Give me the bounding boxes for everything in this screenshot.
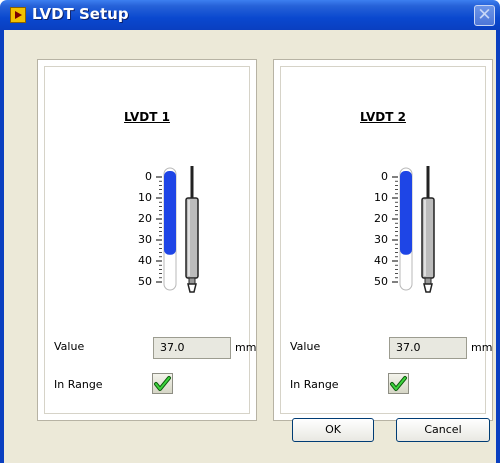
gauge-minor-ticks bbox=[392, 176, 398, 283]
value-label: Value bbox=[290, 340, 321, 353]
dialog-content: LVDT 1 0 10 20 30 40 50 Value 37.0 mm In… bbox=[4, 30, 496, 463]
tick-label: 30 bbox=[374, 233, 388, 246]
in-range-label: In Range bbox=[54, 378, 103, 391]
gauge-fill bbox=[164, 171, 176, 255]
lvdt-1-panel: LVDT 1 0 10 20 30 40 50 Value 37.0 mm In… bbox=[37, 59, 257, 421]
tick-label: 0 bbox=[381, 170, 388, 183]
lvdt-probe-icon bbox=[185, 166, 199, 293]
window-title: LVDT Setup bbox=[32, 5, 129, 23]
lvdt-2-gauge bbox=[392, 166, 435, 293]
window-frame-right bbox=[496, 30, 500, 463]
gauge-fill bbox=[400, 171, 412, 255]
unit-label: mm bbox=[471, 341, 493, 354]
lvdt-2-panel: LVDT 2 0 10 20 30 40 50 Value 37.0 mm In… bbox=[273, 59, 493, 421]
tick-label: 10 bbox=[374, 191, 388, 204]
tick-label: 0 bbox=[145, 170, 152, 183]
lvdt-2-title: LVDT 2 bbox=[360, 110, 406, 124]
checkmark-icon bbox=[390, 376, 407, 391]
lvdt-1-value-field[interactable]: 37.0 bbox=[153, 337, 231, 359]
cancel-button[interactable]: Cancel bbox=[396, 418, 490, 442]
ok-button[interactable]: OK bbox=[292, 418, 374, 442]
tick-label: 40 bbox=[138, 254, 152, 267]
tick-label: 30 bbox=[138, 233, 152, 246]
tick-label: 50 bbox=[138, 275, 152, 288]
checkmark-icon bbox=[154, 376, 171, 391]
tick-label: 20 bbox=[138, 212, 152, 225]
gauge-minor-ticks bbox=[156, 176, 162, 283]
title-bar[interactable]: LVDT Setup ✕ bbox=[0, 0, 500, 30]
labview-icon bbox=[10, 7, 26, 23]
tick-label: 50 bbox=[374, 275, 388, 288]
unit-label: mm bbox=[235, 341, 257, 354]
lvdt-probe-icon bbox=[421, 166, 435, 293]
tick-label: 40 bbox=[374, 254, 388, 267]
lvdt-1-title: LVDT 1 bbox=[124, 110, 170, 124]
lvdt-2-value-field[interactable]: 37.0 bbox=[389, 337, 467, 359]
close-button[interactable]: ✕ bbox=[474, 5, 495, 26]
lvdt-2-in-range-indicator bbox=[388, 373, 409, 394]
tick-label: 20 bbox=[374, 212, 388, 225]
in-range-label: In Range bbox=[290, 378, 339, 391]
lvdt-1-in-range-indicator bbox=[152, 373, 173, 394]
tick-label: 10 bbox=[138, 191, 152, 204]
lvdt-setup-window: LVDT Setup ✕ LVDT 1 0 10 20 30 40 50 Val… bbox=[0, 0, 500, 463]
lvdt-1-gauge bbox=[156, 166, 199, 293]
value-label: Value bbox=[54, 340, 85, 353]
